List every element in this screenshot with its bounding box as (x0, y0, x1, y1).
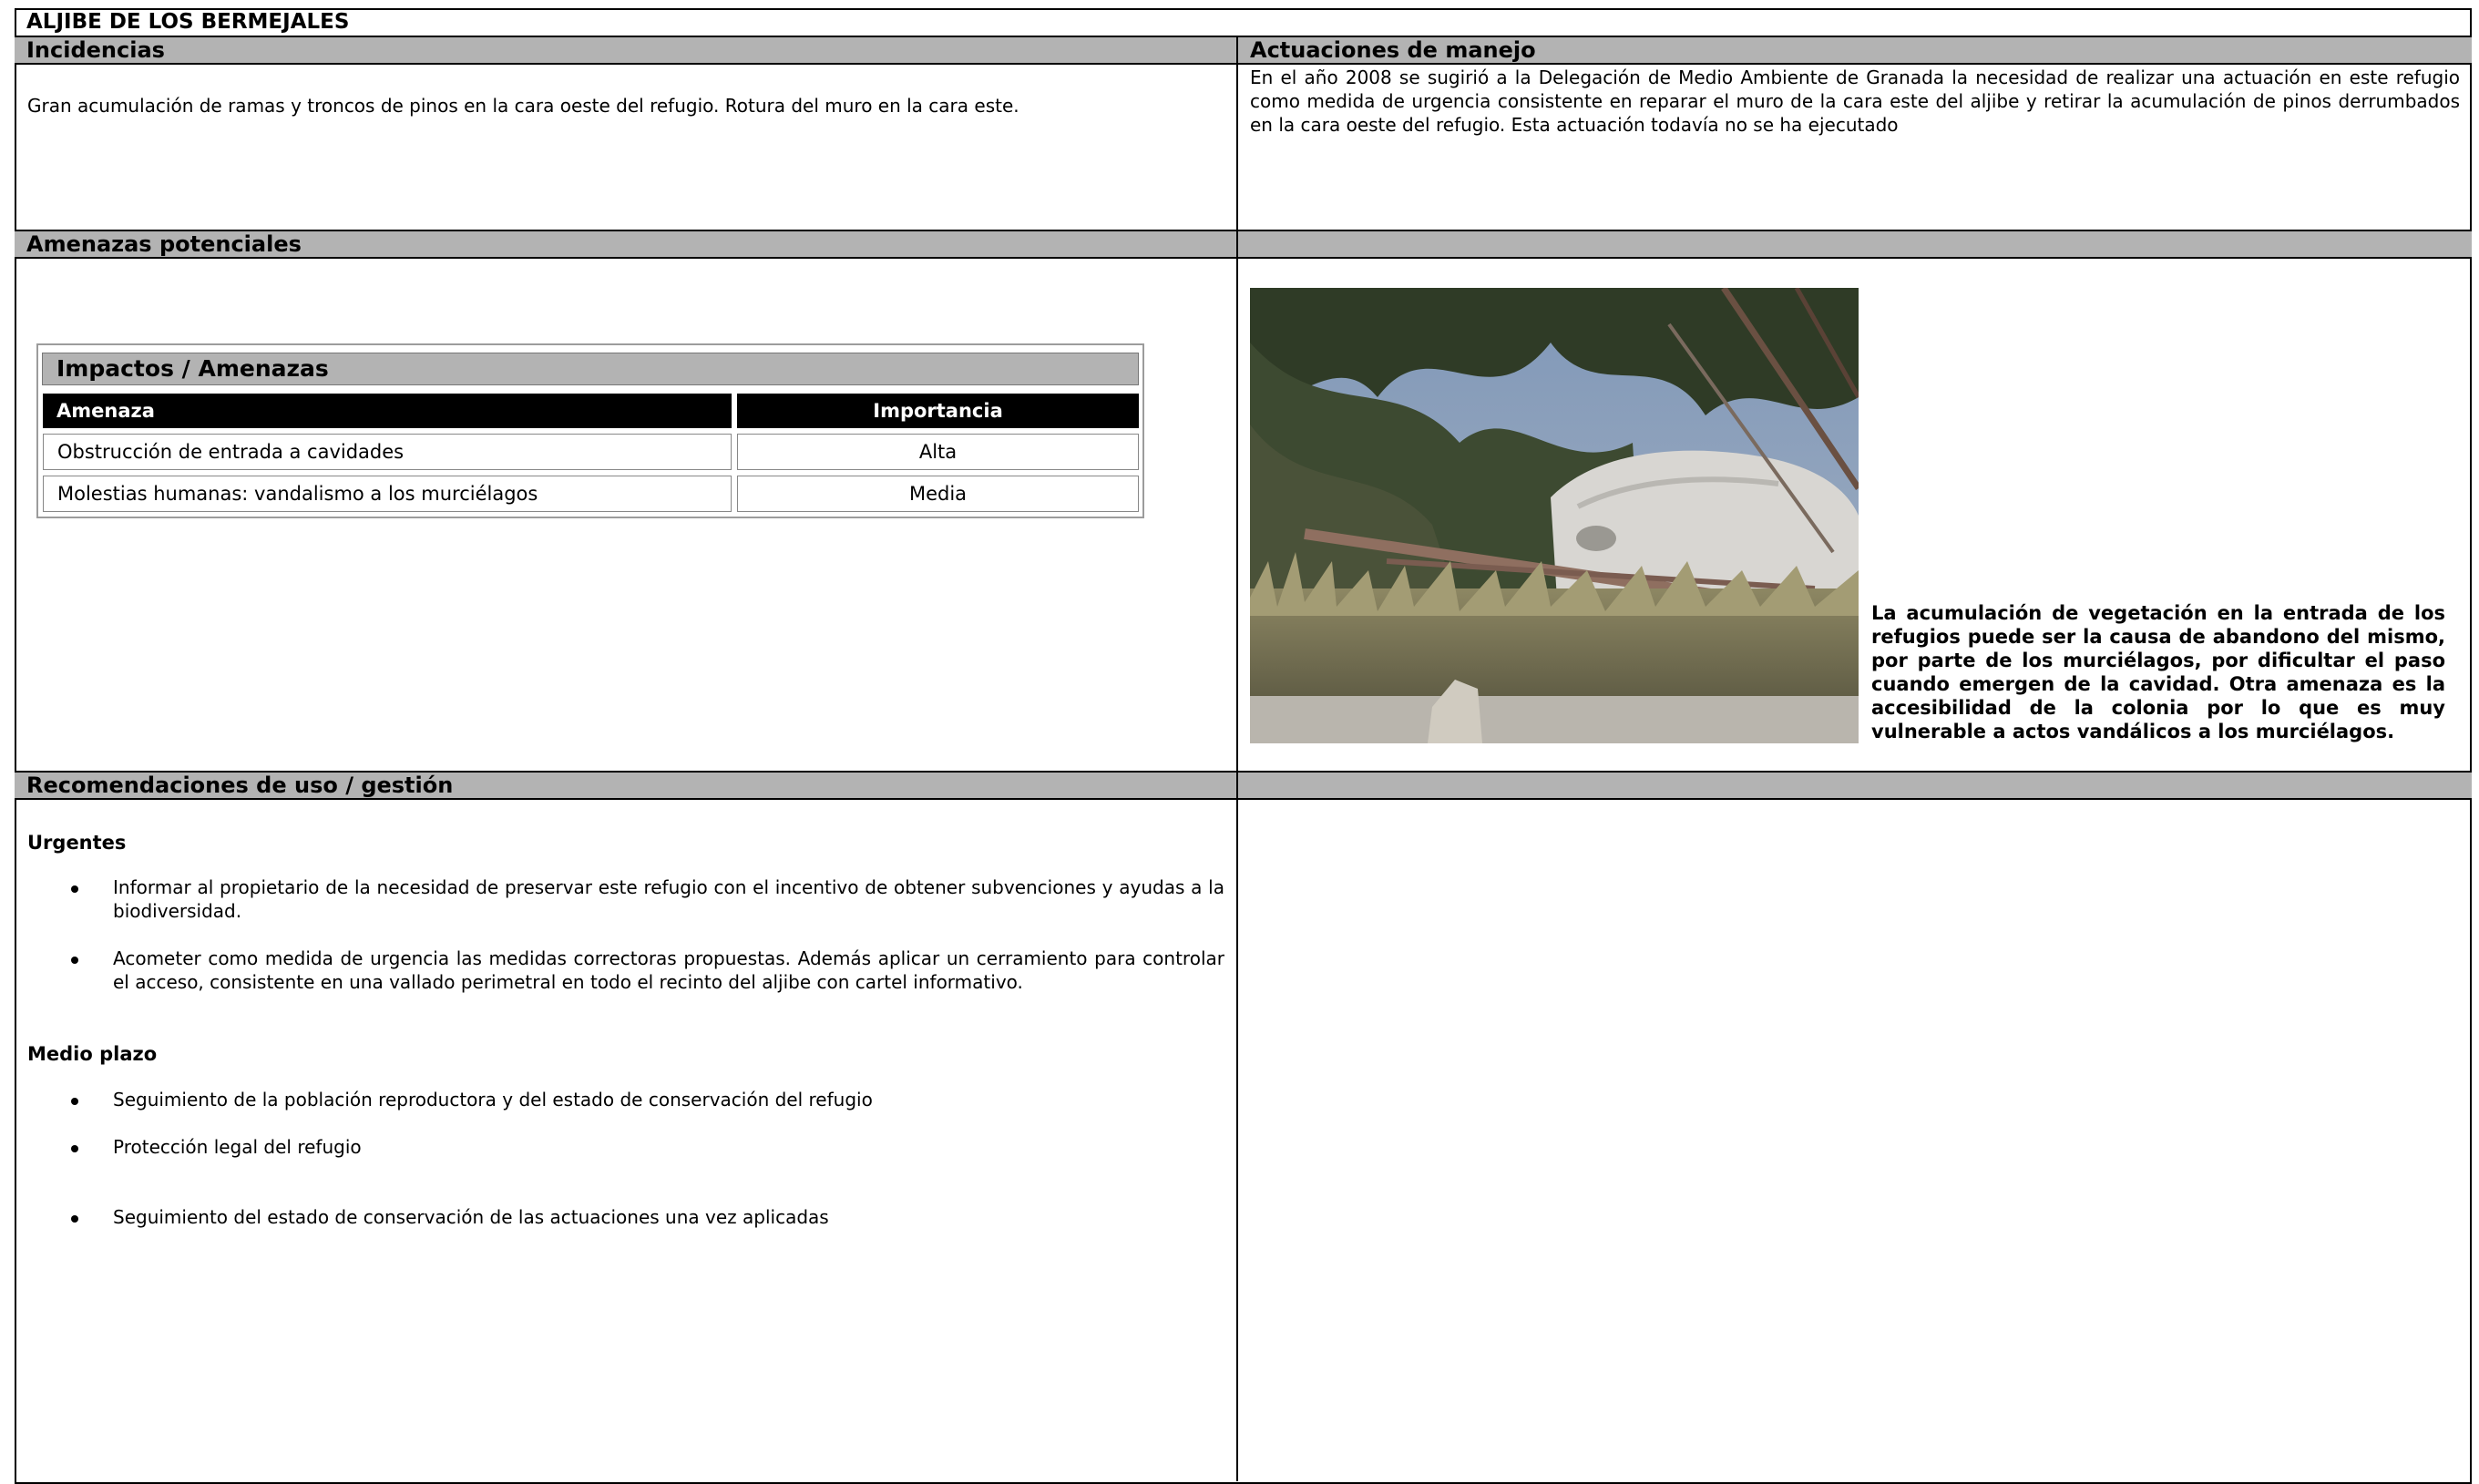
label-medio-plazo: Medio plazo (27, 1043, 158, 1065)
threats-table-title: Impactos / Amenazas (42, 353, 1139, 385)
heading-amenazas: Amenazas potenciales (26, 231, 302, 257)
band-amenazas: Amenazas potenciales (15, 230, 2472, 259)
actuaciones-text: En el año 2008 se sugirió a la Delegació… (1250, 67, 2460, 136)
band-incidencias: Incidencias Actuaciones de manejo (15, 36, 2472, 65)
photo-caption: La acumulación de vegetación en la entra… (1871, 602, 2445, 742)
column-header-importancia: Importancia (737, 394, 1139, 428)
list-item: Seguimiento de la población reproductora… (113, 1089, 873, 1110)
record-title: ALJIBE DE LOS BERMEJALES (15, 8, 2472, 37)
threats-table: Impactos / Amenazas Amenaza Importancia … (36, 343, 1144, 518)
table-cell-amenaza: Molestias humanas: vandalismo a los murc… (43, 476, 732, 512)
list-item: Protección legal del refugio (113, 1136, 362, 1158)
divider (1236, 65, 1238, 231)
bullet-dot (71, 1215, 78, 1223)
list-item: Seguimiento del estado de conservación d… (113, 1206, 829, 1228)
bullet-dot (71, 1098, 78, 1105)
table-cell-amenaza: Obstrucción de entrada a cavidades (43, 434, 732, 470)
incidencias-text: Gran acumulación de ramas y troncos de p… (27, 95, 1019, 117)
bullet-dot (71, 885, 78, 893)
list-item: Informar al propietario de la necesidad … (113, 876, 1224, 922)
table-cell-importancia: Alta (737, 434, 1139, 470)
divider (1236, 771, 1238, 1481)
heading-incidencias: Incidencias (26, 37, 165, 63)
table-cell-importancia: Media (737, 476, 1139, 512)
bullet-dot (71, 1145, 78, 1152)
column-header-amenaza: Amenaza (43, 394, 732, 428)
divider (1236, 230, 1238, 773)
refuge-photo (1250, 288, 1859, 743)
heading-actuaciones: Actuaciones de manejo (1250, 37, 1536, 63)
divider (1236, 36, 1238, 65)
label-urgentes: Urgentes (27, 832, 127, 854)
band-recomendaciones: Recomendaciones de uso / gestión (15, 771, 2472, 800)
list-item: Acometer como medida de urgencia las med… (113, 947, 1224, 993)
heading-recomendaciones: Recomendaciones de uso / gestión (26, 773, 454, 798)
bullet-dot (71, 957, 78, 964)
